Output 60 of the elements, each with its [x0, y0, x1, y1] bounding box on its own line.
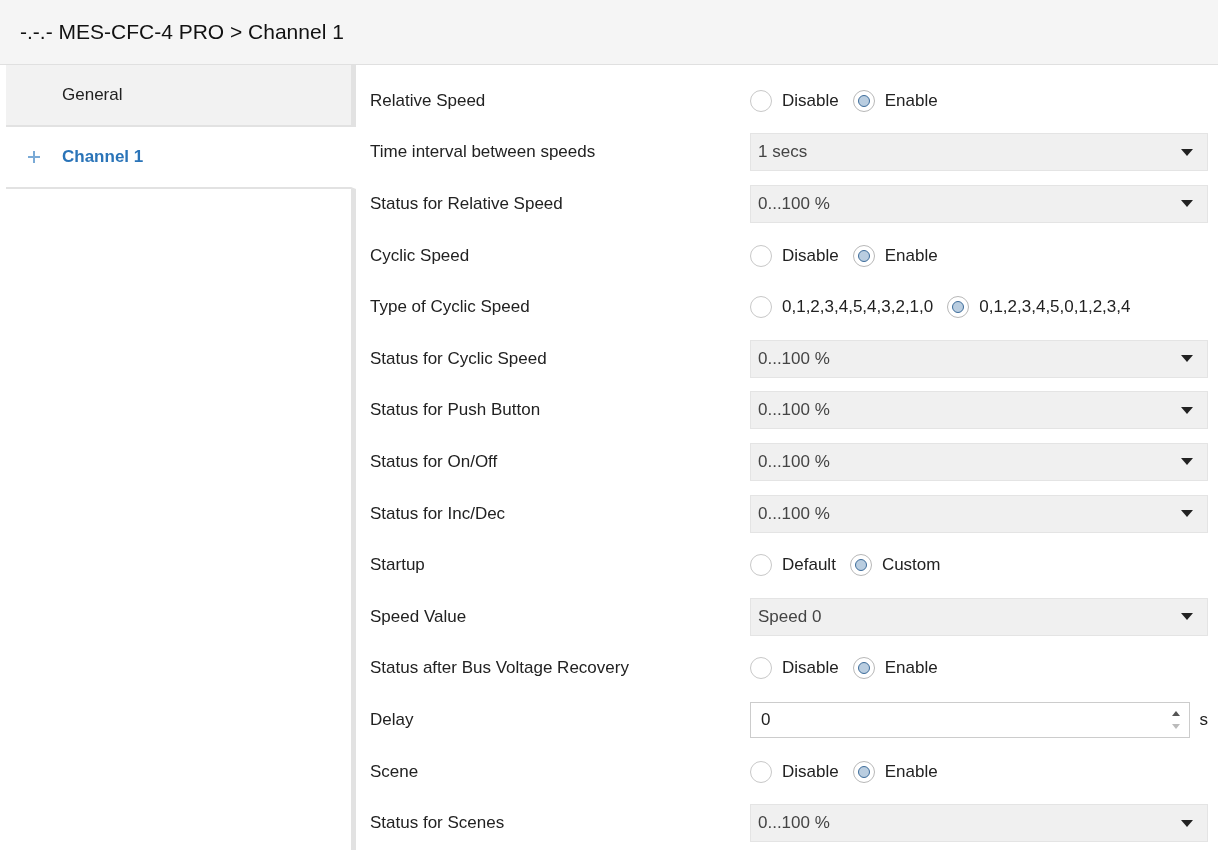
parameter-label: Relative Speed — [370, 90, 487, 111]
parameter-label: Scene — [370, 761, 420, 782]
radio-option[interactable]: Disable — [750, 89, 839, 112]
dropdown-field[interactable]: 0...100 % — [750, 339, 1208, 378]
dropdown-caret-icon — [1181, 458, 1193, 466]
parameter-label: Status for Cyclic Speed — [370, 348, 548, 369]
parameter-label: Speed Value — [370, 606, 468, 627]
radio-button[interactable] — [750, 89, 772, 112]
radio-button[interactable] — [750, 244, 772, 267]
radio-option[interactable]: Enable — [852, 89, 938, 112]
parameter-label: Status for Scenes — [370, 813, 506, 834]
parameter-label: Status for Inc/Dec — [370, 503, 507, 524]
dropdown-caret-icon — [1181, 148, 1193, 156]
dropdown-caret-icon — [1181, 613, 1193, 621]
radio-option[interactable]: Default — [750, 554, 836, 577]
radio-button[interactable] — [852, 760, 875, 783]
parameter-label: Cyclic Speed — [370, 245, 471, 266]
dropdown-field[interactable]: Speed 0 — [750, 597, 1208, 636]
radio-button[interactable] — [849, 554, 872, 577]
plus-icon[interactable] — [28, 151, 40, 163]
dropdown-field[interactable]: 0...100 % — [750, 442, 1208, 481]
parameter-label: Status after Bus Voltage Recovery — [370, 658, 630, 679]
radio-button[interactable] — [852, 657, 875, 680]
radio-option[interactable]: Disable — [750, 760, 839, 783]
parameter-label: Delay — [370, 709, 415, 730]
radio-option[interactable]: 0,1,2,3,4,5,4,3,2,1,0 — [750, 296, 934, 319]
dropdown-caret-icon — [1181, 510, 1193, 518]
radio-option[interactable]: Enable — [852, 244, 938, 267]
radio-option[interactable]: 0,1,2,3,4,5,0,1,2,3,4 — [947, 296, 1131, 319]
dropdown-caret-icon — [1181, 406, 1193, 414]
parameter-label: Startup — [370, 555, 426, 576]
dropdown-caret-icon — [1181, 200, 1193, 208]
radio-button[interactable] — [750, 554, 772, 577]
radio-button[interactable] — [947, 296, 970, 319]
number-field[interactable]: 0 — [750, 701, 1190, 738]
sidebar-item[interactable]: General — [6, 65, 356, 127]
radio-option[interactable]: Disable — [750, 244, 839, 267]
dropdown-field[interactable]: 0...100 % — [750, 804, 1208, 843]
radio-option[interactable]: Disable — [750, 657, 839, 680]
radio-option[interactable]: Enable — [852, 760, 938, 783]
radio-button[interactable] — [750, 760, 772, 783]
parameter-label: Time interval between speeds — [370, 142, 597, 163]
dropdown-field[interactable]: 1 secs — [750, 133, 1208, 172]
radio-option[interactable]: Custom — [849, 554, 941, 577]
radio-button[interactable] — [852, 244, 875, 267]
radio-button[interactable] — [750, 657, 772, 680]
parameter-label: Status for On/Off — [370, 451, 499, 472]
unit-label: s — [1199, 709, 1208, 730]
parameter-label: Status for Relative Speed — [370, 194, 564, 214]
parameter-label: Type of Cyclic Speed — [370, 297, 531, 318]
radio-button[interactable] — [750, 296, 772, 319]
dropdown-caret-icon — [1181, 819, 1193, 827]
dropdown-field[interactable]: 0...100 % — [750, 494, 1208, 533]
radio-option[interactable]: Enable — [852, 657, 938, 680]
page-title: -.-.- MES-CFC-4 PRO > Channel 1 — [20, 20, 344, 44]
dropdown-caret-icon — [1181, 355, 1193, 363]
radio-button[interactable] — [852, 89, 875, 112]
parameter-label: Status for Push Button — [370, 400, 542, 421]
dropdown-field[interactable]: 0...100 % — [750, 391, 1208, 430]
dropdown-field[interactable]: 0...100 % — [750, 185, 1208, 223]
